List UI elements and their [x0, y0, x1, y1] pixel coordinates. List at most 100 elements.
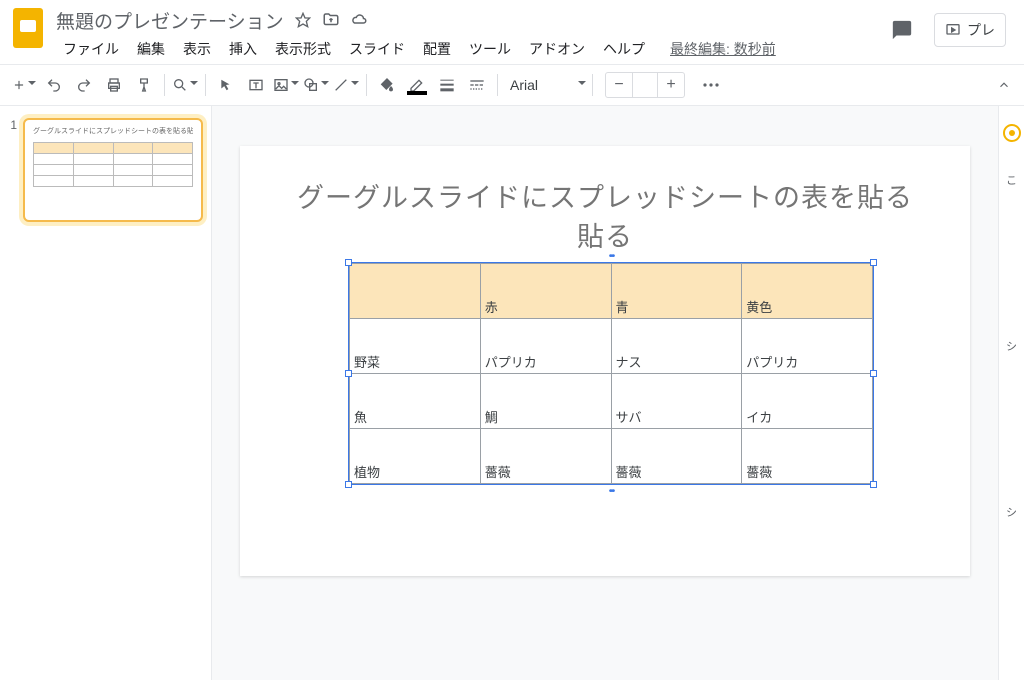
font-size-group: − + [605, 72, 685, 98]
menu-insert[interactable]: 挿入 [222, 35, 264, 63]
resize-handle-tl[interactable] [345, 259, 352, 266]
zoom-button[interactable] [171, 71, 199, 99]
table-row: 魚 鯛 サバ イカ [350, 374, 873, 429]
data-table[interactable]: 赤 青 黄色 野菜 パプリカ ナス パプリカ 魚 鯛 [349, 263, 873, 484]
document-title[interactable]: 無題のプレゼンテーション [56, 7, 284, 34]
more-tools-button[interactable] [697, 71, 725, 99]
table-cell[interactable]: 青 [611, 264, 742, 319]
textbox-button[interactable] [242, 71, 270, 99]
table-cell[interactable]: ナス [611, 319, 742, 374]
line-button[interactable] [332, 71, 360, 99]
table-cell[interactable] [350, 264, 481, 319]
present-button[interactable]: プレ [934, 13, 1006, 47]
table-cell[interactable]: パプリカ [742, 319, 873, 374]
menu-view[interactable]: 表示 [176, 35, 218, 63]
title-row: 無題のプレゼンテーション [56, 6, 884, 34]
rotate-handle-icon[interactable]: ••• [609, 489, 614, 495]
table-cell[interactable]: 薔薇 [480, 429, 611, 484]
toolbar-right [990, 71, 1018, 99]
workspace: 1 グーグルスライドにスプレッドシートの表を貼る貼る グーグルスライドにスプレッ… [0, 106, 1024, 680]
app-header: 無題のプレゼンテーション ファイル 編集 表示 挿入 表示形式 スライド 配置 … [0, 0, 1024, 64]
font-family-select[interactable]: Arial [504, 71, 574, 99]
rotate-handle-icon[interactable]: ••• [609, 254, 614, 260]
resize-handle-bl[interactable] [345, 481, 352, 488]
increase-size-button[interactable]: + [658, 73, 684, 97]
side-panel-label[interactable]: シ [1006, 504, 1017, 520]
side-panel-label[interactable]: シ [1006, 338, 1017, 354]
star-icon[interactable] [294, 11, 312, 29]
menu-addons[interactable]: アドオン [522, 35, 592, 63]
toolbar-separator [497, 74, 498, 96]
comments-icon[interactable] [884, 12, 920, 48]
redo-button[interactable] [70, 71, 98, 99]
slide-number: 1 [8, 118, 17, 222]
undo-button[interactable] [40, 71, 68, 99]
title-area: 無題のプレゼンテーション ファイル 編集 表示 挿入 表示形式 スライド 配置 … [48, 6, 884, 62]
border-dash-button[interactable] [463, 71, 491, 99]
app-logo[interactable] [8, 8, 48, 48]
size-value-display[interactable] [632, 73, 658, 97]
fill-color-button[interactable] [373, 71, 401, 99]
canvas-area[interactable]: グーグルスライドにスプレッドシートの表を貼る貼る ••• 赤 青 黄色 野菜 パ [212, 106, 998, 680]
resize-handle-br[interactable] [870, 481, 877, 488]
collapse-toolbar-button[interactable] [990, 71, 1018, 99]
font-family-label: Arial [510, 77, 538, 93]
decrease-size-button[interactable]: − [606, 73, 632, 97]
toolbar-separator [592, 74, 593, 96]
table-row: 植物 薔薇 薔薇 薔薇 [350, 429, 873, 484]
menu-bar: ファイル 編集 表示 挿入 表示形式 スライド 配置 ツール アドオン ヘルプ … [56, 36, 884, 62]
chevron-down-icon [351, 81, 359, 89]
table-cell[interactable]: 野菜 [350, 319, 481, 374]
resize-handle-mr[interactable] [870, 370, 877, 377]
image-button[interactable] [272, 71, 300, 99]
menu-format[interactable]: 表示形式 [268, 35, 338, 63]
toolbar-separator [164, 74, 165, 96]
slide-thumbnail-1[interactable]: グーグルスライドにスプレッドシートの表を貼る貼る [23, 118, 203, 222]
slide-canvas[interactable]: グーグルスライドにスプレッドシートの表を貼る貼る ••• 赤 青 黄色 野菜 パ [240, 146, 970, 576]
table-cell[interactable]: 赤 [480, 264, 611, 319]
table-row: 赤 青 黄色 [350, 264, 873, 319]
slides-icon [13, 8, 43, 48]
thumb-preview-table [33, 142, 193, 187]
side-panel-label[interactable]: こ [1006, 172, 1017, 188]
resize-handle-ml[interactable] [345, 370, 352, 377]
table-cell[interactable]: 植物 [350, 429, 481, 484]
select-tool-button[interactable] [212, 71, 240, 99]
table-cell[interactable]: 魚 [350, 374, 481, 429]
border-weight-button[interactable] [433, 71, 461, 99]
menu-help[interactable]: ヘルプ [596, 35, 652, 63]
side-panel-icon[interactable] [1003, 124, 1021, 142]
border-color-button[interactable] [403, 71, 431, 99]
table-cell[interactable]: 薔薇 [611, 429, 742, 484]
menu-file[interactable]: ファイル [56, 35, 126, 63]
menu-arrange[interactable]: 配置 [416, 35, 458, 63]
table-cell[interactable]: サバ [611, 374, 742, 429]
menu-edit[interactable]: 編集 [130, 35, 172, 63]
toolbar: Arial − + [0, 64, 1024, 106]
table-cell[interactable]: 黄色 [742, 264, 873, 319]
resize-handle-tr[interactable] [870, 259, 877, 266]
side-panel: こ シ シ [998, 106, 1024, 680]
new-slide-button[interactable] [10, 71, 38, 99]
table-cell[interactable]: 薔薇 [742, 429, 873, 484]
last-edit-status[interactable]: 最終編集: 数秒前 [670, 39, 776, 59]
table-selection-border: 赤 青 黄色 野菜 パプリカ ナス パプリカ 魚 鯛 [348, 262, 874, 485]
cloud-status-icon[interactable] [350, 11, 368, 29]
menu-tools[interactable]: ツール [462, 35, 518, 63]
move-folder-icon[interactable] [322, 11, 340, 29]
menu-slide[interactable]: スライド [342, 35, 412, 63]
chevron-down-icon [291, 81, 299, 89]
table-cell[interactable]: パプリカ [480, 319, 611, 374]
slide-title-text[interactable]: グーグルスライドにスプレッドシートの表を貼る貼る [286, 176, 924, 254]
print-button[interactable] [100, 71, 128, 99]
paint-format-button[interactable] [130, 71, 158, 99]
table-cell[interactable]: イカ [742, 374, 873, 429]
thumb-title: グーグルスライドにスプレッドシートの表を貼る貼る [33, 126, 193, 136]
chevron-down-icon [578, 81, 586, 89]
chevron-down-icon [28, 81, 36, 89]
slide-thumbnail-wrap: 1 グーグルスライドにスプレッドシートの表を貼る貼る [8, 118, 203, 222]
table-row: 野菜 パプリカ ナス パプリカ [350, 319, 873, 374]
toolbar-separator [205, 74, 206, 96]
table-cell[interactable]: 鯛 [480, 374, 611, 429]
shape-button[interactable] [302, 71, 330, 99]
